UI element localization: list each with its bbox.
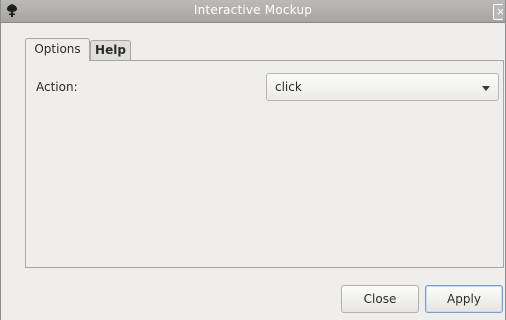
title-bar[interactable]: Interactive Mockup × [1,0,505,23]
window-title: Interactive Mockup [193,3,313,17]
close-icon[interactable]: × [493,4,503,20]
tab-help[interactable]: Help [90,40,131,60]
action-label: Action: [36,80,78,94]
action-dropdown[interactable]: click [266,73,499,101]
options-panel: Action: click [25,60,504,268]
dialog-window: Interactive Mockup × Options Help Action… [0,0,506,320]
apply-button[interactable]: Apply [425,285,503,313]
tab-options[interactable]: Options [25,38,90,61]
close-button[interactable]: Close [341,285,419,313]
action-dropdown-value: click [275,80,302,94]
chevron-down-icon [482,86,490,91]
